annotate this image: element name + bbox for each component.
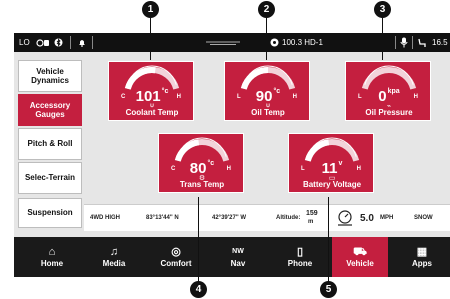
bell-icon[interactable]	[78, 33, 86, 52]
status-divider	[412, 36, 413, 49]
drive-mode: 4WD HIGH	[90, 215, 120, 221]
nav-media[interactable]: ♫ Media	[86, 237, 142, 277]
altitude-label: Altitude:	[276, 215, 301, 221]
speed-icon	[336, 209, 354, 229]
altitude-value: 159	[306, 210, 318, 217]
status-divider	[92, 36, 93, 49]
gauge-fill	[304, 139, 330, 162]
nav-home[interactable]: ⌂ Home	[24, 237, 80, 277]
fan-seat-icon[interactable]	[36, 33, 50, 52]
phone-icon: ▯	[296, 246, 304, 258]
sidebar-item-label: Suspension	[27, 208, 73, 218]
bluetooth-icon	[54, 33, 63, 52]
gauge-unit: kpa	[387, 88, 400, 95]
home-icon: ⌂	[48, 246, 56, 258]
radio-icon	[270, 33, 279, 52]
sidebar-item-vehicle-dynamics[interactable]: Vehicle Dynamics	[18, 60, 82, 92]
latitude: 83°13'44" N	[146, 215, 179, 221]
terrain-mode: SNOW	[414, 215, 433, 221]
sidebar-item-selec-terrain[interactable]: Selec-Terrain	[18, 162, 82, 194]
gauge-trans-temp: C H 80°c ⚙ Trans Temp	[158, 133, 244, 193]
callout-5-leader	[328, 197, 329, 282]
nav-label: Home	[40, 259, 64, 268]
nav-vehicle[interactable]: ⛟ Vehicle	[332, 237, 388, 277]
gauge-battery-voltage: L H 11v ▭ Battery Voltage	[288, 133, 374, 193]
gauge-unit: v	[338, 160, 343, 167]
infotainment-screen: LO 100.3 HD-1 16.5 Vehicle Dynamics Acce…	[14, 33, 450, 277]
gauge-label: Oil Temp	[251, 108, 285, 117]
callout-2: 2	[258, 1, 275, 18]
gauge-unit: °c	[273, 88, 281, 95]
bottom-nav: ⌂ Home ♫ Media ◎ Comfort NW Nav ▯ Phone ⛟ Vehicle ▦ A…	[14, 237, 450, 277]
gauge-unit: °c	[207, 160, 215, 167]
sidebar-item-accessory-gauges[interactable]: Accessory Gauges	[18, 94, 82, 126]
longitude: 42°39'27" W	[212, 215, 247, 221]
sidebar-item-pitch-roll[interactable]: Pitch & Roll	[18, 128, 82, 160]
climate-lo[interactable]: LO	[19, 33, 30, 52]
callout-1-leader	[150, 18, 151, 60]
callout-4-leader	[198, 197, 199, 282]
sidebar-item-label: Selec-Terrain	[24, 173, 76, 183]
status-right-value: 16.5	[432, 38, 448, 47]
gauge-label: Battery Voltage	[302, 180, 362, 189]
nav-label: Vehicle	[346, 259, 374, 268]
gauge-coolant-temp: C H 101°c ⍦ Coolant Temp	[108, 61, 194, 121]
nav-comfort[interactable]: ◎ Comfort	[148, 237, 204, 277]
mic-icon[interactable]	[400, 33, 408, 52]
callout-1: 1	[142, 1, 159, 18]
gauge-label: Coolant Temp	[125, 108, 179, 117]
nav-label: Media	[102, 259, 126, 268]
callout-3: 3	[374, 1, 391, 18]
gauge-fill	[174, 139, 200, 162]
sidebar-item-label: Vehicle Dynamics	[31, 66, 69, 85]
nav-label: Nav	[230, 259, 246, 268]
status-bar: LO 100.3 HD-1 16.5	[14, 33, 450, 52]
sidebar-item-label: Accessory Gauges	[29, 100, 71, 119]
gauge-oil-pressure: L H 0kpa ⌁ Oil Pressure	[345, 61, 431, 121]
speed-value: 5.0	[360, 212, 374, 224]
music-note-icon: ♫	[109, 246, 119, 258]
gauge-oil-temp: L H 90°c ⍦ Oil Temp	[224, 61, 310, 121]
status-handle[interactable]	[206, 33, 240, 52]
nav-apps[interactable]: ▦ Apps	[394, 237, 450, 277]
sidebar-item-suspension[interactable]: Suspension	[18, 198, 82, 228]
sidebar-item-label: Pitch & Roll	[27, 139, 73, 149]
gauge-fill	[240, 67, 269, 90]
radio-station[interactable]: 100.3 HD-1	[282, 33, 323, 52]
nav-label: Comfort	[160, 259, 192, 268]
nav-label: Phone	[287, 259, 313, 268]
altitude-unit: m	[308, 219, 314, 225]
seat-icon[interactable]	[417, 33, 427, 52]
gauge-label: Oil Pressure	[365, 108, 413, 117]
callout-4: 4	[190, 281, 207, 298]
nav-label: Apps	[412, 259, 432, 268]
speed-unit: MPH	[380, 215, 394, 221]
manual-figure: 1 2 3 4 5 LO 100.3 HD-1 16.5 Vehicle Dyn…	[0, 0, 450, 299]
comfort-icon: ◎	[171, 246, 181, 258]
car-icon: ⛟	[353, 246, 367, 258]
gauge-unit: °c	[161, 88, 169, 95]
status-divider	[395, 36, 396, 49]
nav-nav[interactable]: NW Nav	[210, 237, 266, 277]
gauge-fill	[124, 67, 156, 90]
nav-phone[interactable]: ▯ Phone	[272, 237, 328, 277]
apps-grid-icon: ▦	[416, 246, 428, 258]
info-bar: 4WD HIGH 83°13'44" N 42°39'27" W Altitud…	[84, 204, 450, 231]
gauge-label: Trans Temp	[179, 180, 225, 189]
callout-2-leader	[266, 18, 267, 60]
callout-5: 5	[320, 281, 337, 298]
compass-icon: NW	[232, 248, 244, 255]
callout-3-leader	[382, 18, 383, 60]
status-divider	[70, 36, 71, 49]
